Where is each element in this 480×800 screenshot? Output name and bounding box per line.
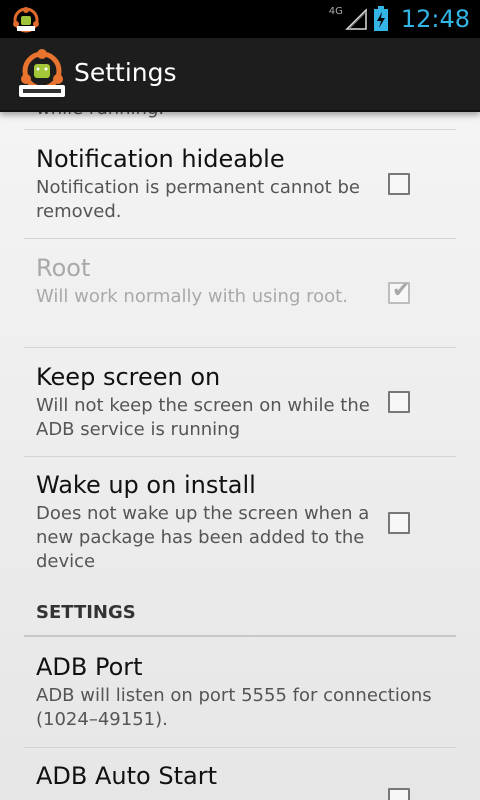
check-icon: ✔ xyxy=(392,278,411,303)
pref-root: Root Will work normally with using root. xyxy=(36,253,390,309)
settings-list[interactable]: while running. Notification hideable Not… xyxy=(0,110,480,800)
pref-adb-auto-start[interactable]: ADB Auto Start xyxy=(36,761,390,791)
pref-title: Notification hideable xyxy=(36,145,285,173)
notification-hideable-checkbox[interactable] xyxy=(388,173,410,195)
keep-screen-on-checkbox[interactable] xyxy=(388,391,410,413)
divider xyxy=(24,456,456,457)
pref-notification-hideable[interactable]: Notification hideable Notification is pe… xyxy=(36,144,390,224)
pref-wake-up-on-install[interactable]: Wake up on install Does not wake up the … xyxy=(36,470,390,574)
pref-adb-port[interactable]: ADB Port ADB will listen on port 5555 fo… xyxy=(36,652,444,732)
action-bar: Settings xyxy=(0,38,480,112)
pref-title: Keep screen on xyxy=(36,363,221,391)
divider xyxy=(24,747,456,748)
pref-summary: ADB will listen on port 5555 for connect… xyxy=(36,685,432,730)
adb-auto-start-checkbox[interactable] xyxy=(388,788,410,800)
pref-summary: Notification is permanent cannot be remo… xyxy=(36,177,360,222)
section-divider xyxy=(24,635,456,637)
pref-title: ADB Port xyxy=(36,653,143,681)
adb-manager-logo-icon[interactable] xyxy=(16,49,68,99)
divider xyxy=(24,238,456,239)
clock: 12:48 xyxy=(400,5,470,33)
pref-title: Wake up on install xyxy=(36,471,256,499)
battery-charging-icon xyxy=(373,6,388,31)
pref-keep-screen-on[interactable]: Keep screen on Will not keep the screen … xyxy=(36,362,390,442)
page-title: Settings xyxy=(74,58,177,87)
network-type: 4G xyxy=(328,5,343,17)
wake-up-on-install-checkbox[interactable] xyxy=(388,512,410,534)
pref-title: ADB Auto Start xyxy=(36,762,217,790)
divider xyxy=(24,129,456,130)
pref-title: Root xyxy=(36,254,91,282)
signal-icon xyxy=(345,8,367,30)
adb-manager-notification-icon xyxy=(13,7,39,33)
status-bar: 4G 12:48 xyxy=(0,0,480,38)
root-checkbox: ✔ xyxy=(388,278,411,304)
section-header: SETTINGS xyxy=(36,602,136,623)
divider xyxy=(24,347,456,348)
pref-summary: Will not keep the screen on while the AD… xyxy=(36,395,370,440)
pref-summary: Will work normally with using root. xyxy=(36,286,348,307)
status-icons: 4G 12:48 xyxy=(329,0,470,38)
pref-summary: Does not wake up the screen when a new p… xyxy=(36,503,370,572)
